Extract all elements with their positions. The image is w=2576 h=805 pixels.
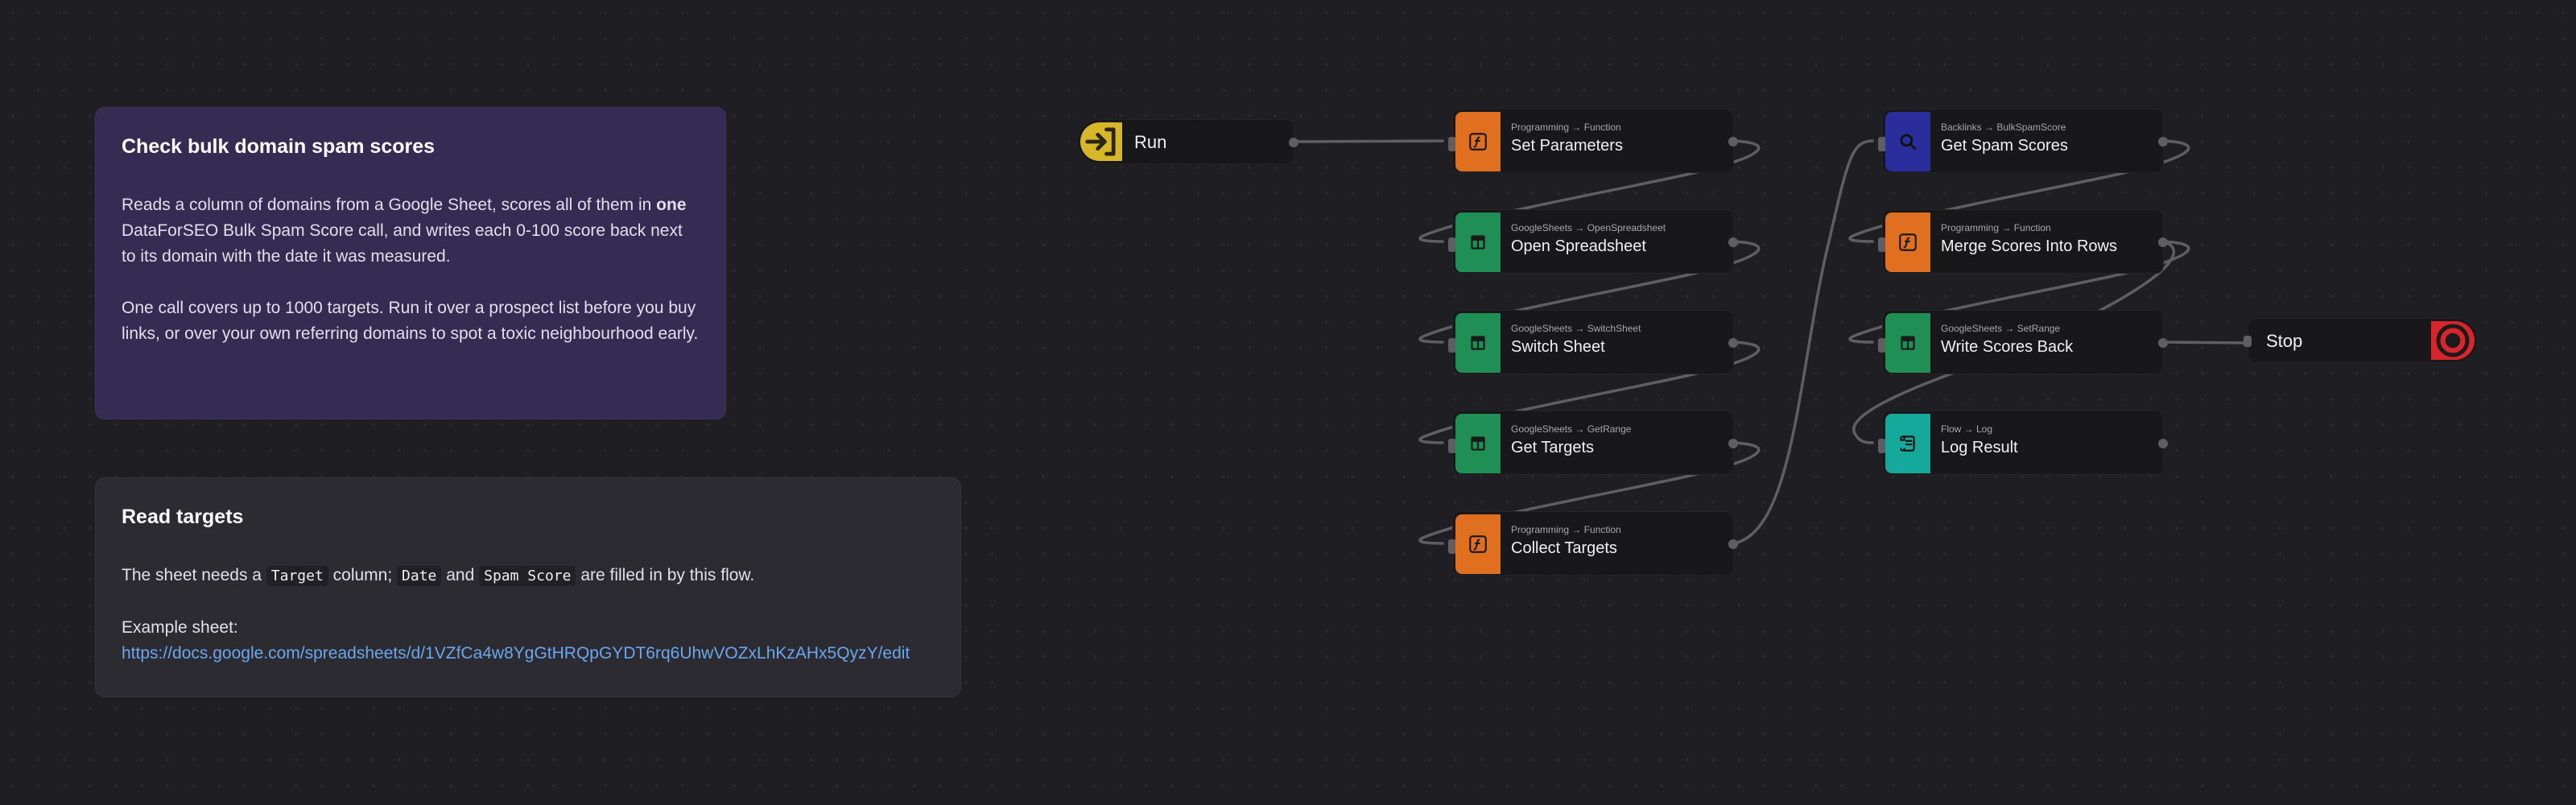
- log-result-output-port[interactable]: [2158, 439, 2168, 448]
- get-spam-scores-subtitle: Backlinks → BulkSpamScore: [1941, 122, 2066, 133]
- log-result-title: Log Result: [1941, 439, 2018, 456]
- set-parameters-title: Set Parameters: [1511, 137, 1623, 155]
- node-get-targets[interactable]: GoogleSheets → GetRange Get Targets: [1448, 411, 1738, 475]
- stop-input-port[interactable]: [2244, 336, 2252, 347]
- node-set-parameters[interactable]: Programming → Function Set Parameters: [1448, 109, 1738, 173]
- spreadsheet-icon: [1455, 213, 1501, 272]
- node-get-spam-scores[interactable]: Backlinks → BulkSpamScore Get Spam Score…: [1878, 109, 2168, 173]
- merge-scores-title: Merge Scores Into Rows: [1941, 237, 2117, 255]
- stop-title: Stop: [2266, 331, 2303, 351]
- spreadsheet-icon: [1455, 313, 1501, 373]
- log-icon: [1885, 414, 1930, 473]
- spreadsheet-icon: [1455, 414, 1501, 473]
- get-targets-title: Get Targets: [1511, 439, 1595, 456]
- switch-sheet-output-port[interactable]: [1728, 338, 1738, 348]
- stop-node[interactable]: Stop: [2244, 318, 2478, 363]
- set-parameters-subtitle: Programming → Function: [1511, 122, 1621, 133]
- set-parameters-output-port[interactable]: [1728, 137, 1738, 147]
- open-spreadsheet-title: Open Spreadsheet: [1511, 237, 1646, 255]
- node-log-result[interactable]: Flow → Log Log Result: [1878, 411, 2168, 475]
- search-icon: [1885, 112, 1930, 171]
- open-spreadsheet-subtitle: GoogleSheets → OpenSpreadsheet: [1511, 222, 1666, 233]
- node-switch-sheet[interactable]: GoogleSheets → SwitchSheet Switch Sheet: [1448, 310, 1738, 374]
- merge-scores-subtitle: Programming → Function: [1941, 222, 2051, 233]
- write-scores-output-port[interactable]: [2158, 338, 2168, 348]
- get-targets-output-port[interactable]: [1728, 439, 1738, 448]
- wire-run-to-set-parameters: [1290, 139, 1444, 143]
- open-spreadsheet-output-port[interactable]: [1728, 237, 1738, 247]
- collect-targets-output-port[interactable]: [1728, 539, 1738, 549]
- merge-scores-output-port[interactable]: [2158, 237, 2168, 247]
- wire-write-to-stop: [2162, 341, 2249, 345]
- run-title: Run: [1134, 132, 1167, 152]
- switch-sheet-title: Switch Sheet: [1511, 338, 1605, 356]
- spreadsheet-icon: [1885, 313, 1930, 373]
- write-scores-title: Write Scores Back: [1941, 338, 2074, 356]
- enter-icon: [1080, 122, 1122, 161]
- get-spam-scores-title: Get Spam Scores: [1941, 137, 2068, 155]
- get-spam-scores-output-port[interactable]: [2158, 137, 2168, 147]
- collect-targets-title: Collect Targets: [1511, 539, 1617, 557]
- function-icon: [1885, 213, 1930, 272]
- node-collect-targets[interactable]: Programming → Function Collect Targets: [1448, 511, 1738, 576]
- stop-circle-icon: [2431, 321, 2475, 360]
- function-icon: [1455, 514, 1501, 574]
- run-node[interactable]: Run: [1077, 119, 1298, 164]
- write-scores-subtitle: GoogleSheets → SetRange: [1941, 323, 2061, 334]
- node-write-scores-back[interactable]: GoogleSheets → SetRange Write Scores Bac…: [1878, 310, 2168, 374]
- node-merge-scores[interactable]: Programming → Function Merge Scores Into…: [1878, 209, 2168, 274]
- run-output-port[interactable]: [1289, 138, 1298, 147]
- switch-sheet-subtitle: GoogleSheets → SwitchSheet: [1511, 323, 1641, 334]
- get-targets-subtitle: GoogleSheets → GetRange: [1511, 423, 1632, 435]
- collect-targets-subtitle: Programming → Function: [1511, 524, 1621, 535]
- wire-collect-to-get-spam-scores: [1732, 139, 1874, 545]
- node-open-spreadsheet[interactable]: GoogleSheets → OpenSpreadsheet Open Spre…: [1448, 209, 1738, 274]
- log-result-subtitle: Flow → Log: [1941, 423, 1993, 435]
- function-icon: [1455, 112, 1501, 171]
